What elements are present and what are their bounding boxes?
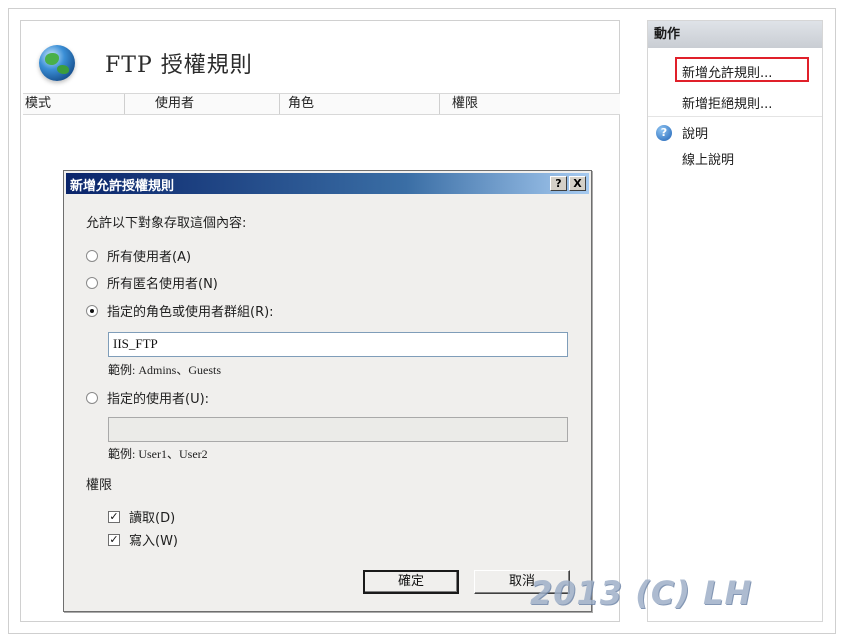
column-mode[interactable]: 模式 <box>23 94 125 114</box>
permissions-label: 權限 <box>86 478 113 493</box>
radio-all-users[interactable] <box>86 250 98 262</box>
users-example-text: 範例: User1、User2 <box>108 447 208 461</box>
column-permissions[interactable]: 權限 <box>440 94 620 114</box>
radio-specified-roles-label[interactable]: 指定的角色或使用者群組(R): <box>107 301 274 320</box>
globe-icon <box>39 45 75 81</box>
radio-anonymous-users[interactable] <box>86 277 98 289</box>
online-help-link[interactable]: 線上說明 <box>682 149 734 168</box>
roles-input[interactable]: IIS_FTP <box>108 332 568 357</box>
watermark: 2013 (C) LH <box>530 574 753 612</box>
dialog-close-button[interactable]: X <box>569 176 586 191</box>
radio-specified-users-label[interactable]: 指定的使用者(U): <box>107 388 209 407</box>
page-title: FTP 授權規則 <box>105 53 253 78</box>
radio-all-users-label[interactable]: 所有使用者(A) <box>107 246 191 265</box>
dialog-title-bar[interactable]: 新增允許授權規則 ? X <box>66 173 589 194</box>
users-input[interactable] <box>108 417 568 442</box>
write-checkbox-label[interactable]: 寫入(W) <box>129 530 178 549</box>
actions-header: 動作 <box>648 21 822 48</box>
column-roles[interactable]: 角色 <box>280 94 440 114</box>
rules-column-header: 模式 使用者 角色 權限 <box>23 93 620 115</box>
add-allow-rule-dialog: 新增允許授權規則 ? X 允許以下對象存取這個內容: 所有使用者(A) 所有匿名… <box>63 170 592 612</box>
write-checkbox[interactable]: ✓ <box>108 534 120 546</box>
dialog-help-button[interactable]: ? <box>550 176 567 191</box>
radio-specified-users[interactable] <box>86 392 98 404</box>
radio-anonymous-users-label[interactable]: 所有匿名使用者(N) <box>107 273 218 292</box>
read-checkbox-label[interactable]: 讀取(D) <box>129 507 175 526</box>
roles-example-text: 範例: Admins、Guests <box>108 363 222 377</box>
dialog-title: 新增允許授權規則 <box>70 179 175 194</box>
add-deny-rule-link[interactable]: 新增拒絕規則... <box>682 93 772 112</box>
ok-button[interactable]: 確定 <box>363 570 459 594</box>
radio-specified-roles[interactable] <box>86 305 98 317</box>
help-link[interactable]: 說明 <box>682 123 708 142</box>
dialog-prompt: 允許以下對象存取這個內容: <box>86 216 247 231</box>
actions-pane: 動作 新增允許規則... 新增拒絕規則... ? 說明 線上說明 <box>647 20 823 622</box>
help-icon: ? <box>656 125 672 141</box>
add-allow-rule-link[interactable]: 新增允許規則... <box>682 62 772 81</box>
read-checkbox[interactable]: ✓ <box>108 511 120 523</box>
actions-separator <box>648 116 822 117</box>
column-users[interactable]: 使用者 <box>125 94 280 114</box>
